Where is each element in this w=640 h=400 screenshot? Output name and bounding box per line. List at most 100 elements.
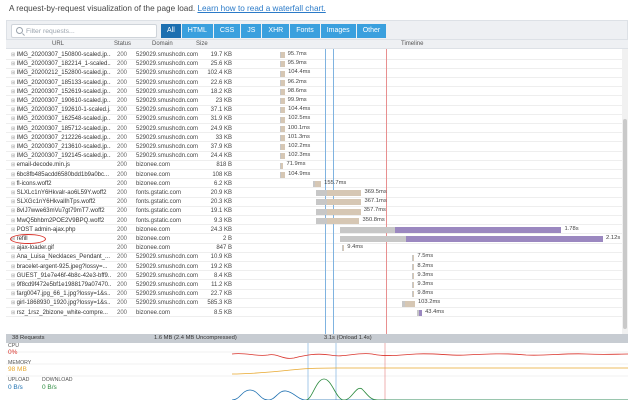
request-url: IMG_20200307_192145-scaled.jp... — [11, 152, 111, 161]
request-domain: bizonee.com — [136, 245, 171, 252]
filter-fonts[interactable]: Fonts — [290, 24, 321, 38]
request-size: 19.7 KB — [210, 52, 232, 58]
timing-bar[interactable] — [279, 70, 286, 77]
request-size: 22.7 KB — [210, 291, 232, 298]
filter-other[interactable]: Other — [356, 24, 388, 38]
request-status: 200 — [117, 79, 128, 86]
timing-bar[interactable] — [342, 245, 345, 252]
waterfall-help-link[interactable]: Learn how to read a waterfall chart. — [197, 4, 325, 13]
ttfb-segment — [279, 61, 281, 68]
timing-bar[interactable] — [279, 52, 285, 59]
request-status: 200 — [117, 309, 128, 316]
timing-bar[interactable] — [279, 61, 285, 68]
download-value: 0 B/s — [42, 384, 57, 391]
timing-bar[interactable] — [315, 199, 362, 206]
summary-bar: 38 Requests 1.6 MB (2.4 MB Uncompressed)… — [6, 334, 628, 343]
request-url: IMG_20200307_190610-scaled.jp... — [11, 97, 111, 106]
timing-bar[interactable] — [412, 291, 415, 298]
request-size: 11.2 KB — [211, 282, 232, 288]
timing-bar[interactable] — [412, 263, 415, 270]
request-status: 200 — [117, 98, 128, 104]
timing-label: 95.7ms — [287, 51, 307, 57]
request-domain: 529029.smushcdn.com — [136, 125, 198, 132]
timing-label: 9.4ms — [347, 244, 364, 251]
timing-bar[interactable] — [279, 107, 286, 114]
ttfb-segment — [339, 236, 406, 243]
request-domain: bizonee.com — [136, 236, 171, 242]
timing-bar[interactable] — [279, 116, 286, 123]
timing-bar[interactable] — [279, 89, 285, 95]
col-size[interactable]: Size — [196, 41, 208, 47]
timing-label: 98.6ms — [287, 87, 307, 94]
performance-graphs — [6, 343, 628, 400]
timing-bar[interactable] — [279, 162, 284, 169]
memory-value: 98 MB — [8, 366, 27, 373]
request-status: 200 — [117, 107, 128, 114]
request-url: IMG_20200307_152619-scaled.jp... — [11, 88, 111, 97]
filter-images[interactable]: Images — [320, 24, 357, 38]
timing-bar[interactable] — [313, 181, 322, 187]
ttfb-segment — [342, 245, 343, 252]
request-domain: 529029.smushcdn.com — [136, 272, 198, 279]
filter-all[interactable]: All — [161, 24, 182, 38]
filter-requests-input[interactable] — [26, 26, 154, 37]
col-timeline[interactable]: Timeline — [401, 41, 423, 47]
request-status: 200 — [117, 144, 128, 150]
timing-bar[interactable] — [412, 273, 415, 279]
request-size: 8.4 KB — [213, 272, 232, 279]
timing-bar[interactable] — [412, 254, 415, 261]
timing-bar[interactable] — [279, 144, 286, 151]
ttfb-segment — [315, 208, 328, 215]
request-status: 200 — [117, 226, 128, 233]
request-status: 200 — [117, 125, 128, 132]
column-header: URL Status Domain Size Timeline — [6, 40, 628, 49]
timing-bar[interactable] — [279, 153, 286, 160]
timing-bar[interactable] — [315, 217, 360, 224]
timing-bar[interactable] — [402, 300, 415, 307]
request-domain: fonts.gstatic.com — [136, 199, 182, 206]
timing-bar[interactable] — [279, 171, 286, 178]
ttfb-segment — [412, 263, 413, 270]
timing-bar[interactable] — [339, 227, 562, 233]
timing-bar[interactable] — [315, 190, 362, 197]
upload-line — [231, 389, 628, 400]
col-domain[interactable]: Domain — [152, 41, 173, 47]
timing-label: 95.9ms — [287, 60, 307, 67]
timing-bar[interactable] — [339, 236, 604, 243]
request-size: 22.6 KB — [210, 79, 232, 86]
request-url: IMG_20200307_212226-scaled.jp... — [11, 134, 111, 143]
request-size: 37.9 KB — [210, 144, 232, 150]
timing-label: 9.3ms — [417, 271, 434, 278]
col-status[interactable]: Status — [114, 41, 131, 47]
timing-label: 7.5ms — [417, 253, 434, 260]
timing-bar[interactable] — [279, 125, 285, 132]
timing-bar[interactable] — [417, 309, 423, 316]
request-domain: 529029.smushcdn.com — [136, 144, 198, 150]
timing-bar[interactable] — [412, 282, 415, 289]
search-box[interactable] — [11, 24, 157, 38]
timing-bar[interactable] — [279, 79, 285, 86]
timing-bar[interactable] — [279, 135, 285, 141]
request-size: 24.9 KB — [210, 125, 232, 132]
request-domain: 529029.smushcdn.com — [136, 300, 198, 307]
request-status: 200 — [117, 245, 128, 252]
upload-label: UPLOAD — [8, 377, 30, 383]
scrollbar-thumb[interactable] — [623, 119, 627, 329]
col-url[interactable]: URL — [52, 41, 64, 47]
request-status: 200 — [117, 153, 128, 160]
table-scrollbar[interactable] — [622, 49, 628, 334]
filter-html[interactable]: HTML — [181, 24, 214, 38]
timing-bar[interactable] — [279, 98, 285, 105]
filter-js[interactable]: JS — [241, 24, 263, 38]
filter-xhr[interactable]: XHR — [262, 24, 291, 38]
request-size: 2 B — [222, 236, 232, 242]
memory-line — [231, 367, 628, 375]
request-url: IMG_20200307_192610-1-scaled.j... — [11, 106, 111, 115]
request-size: 18.2 KB — [210, 88, 232, 95]
request-domain: 529029.smushcdn.com — [136, 134, 198, 141]
request-url: IMG_20200307_185712-scaled.jp... — [11, 125, 111, 134]
timing-bar[interactable] — [315, 208, 361, 215]
request-url: MwQ5bhbm2POE2V9BPQ.woff2 — [11, 217, 111, 226]
filter-css[interactable]: CSS — [213, 24, 242, 38]
request-status: 200 — [117, 199, 128, 206]
